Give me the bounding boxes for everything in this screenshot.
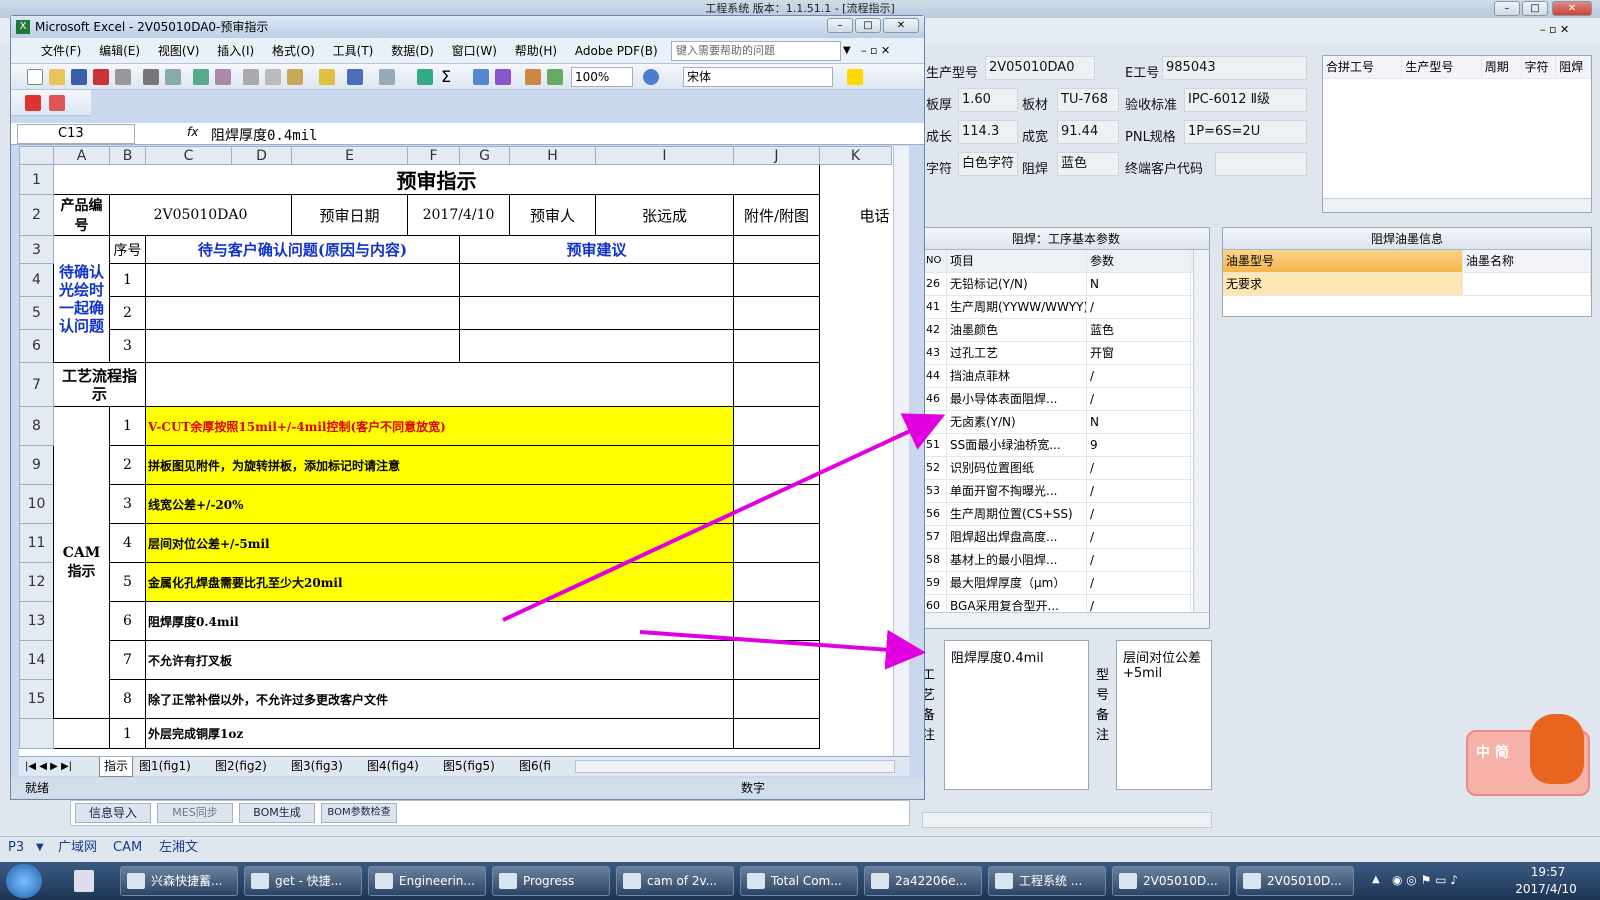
app-icon xyxy=(251,873,269,889)
app-icon xyxy=(623,873,641,889)
system-tray-icons[interactable]: ◉ ◎ ⚑ ▭ ♪ xyxy=(1392,873,1492,889)
taskbar-item[interactable]: 2V05010D... xyxy=(1236,866,1354,896)
taskbar-item[interactable]: get - 快捷... xyxy=(244,866,362,896)
pinned-app-icon[interactable] xyxy=(74,870,94,892)
tray-expand-icon[interactable]: ▲ xyxy=(1372,874,1380,885)
clock-date[interactable]: 2017/4/10 xyxy=(1508,882,1584,896)
app-icon xyxy=(1119,873,1137,889)
app-icon xyxy=(375,873,393,889)
arrow-to-halogen-free xyxy=(502,413,946,622)
taskbar-item[interactable]: Total Com... xyxy=(740,866,858,896)
taskbar-item[interactable]: cam of 2v... xyxy=(616,866,734,896)
app-icon xyxy=(499,873,517,889)
fox-mascot-icon xyxy=(1530,714,1584,784)
app-icon xyxy=(747,873,765,889)
clock-time[interactable]: 19:57 xyxy=(1518,865,1578,879)
taskbar-item[interactable]: Progress xyxy=(492,866,610,896)
app-icon xyxy=(871,873,889,889)
taskbar-item[interactable]: 2a42206e... xyxy=(864,866,982,896)
taskbar-item[interactable]: 工程系统 ... xyxy=(988,866,1106,896)
start-button-icon[interactable] xyxy=(6,864,42,898)
taskbar-item[interactable]: 2V05010D... xyxy=(1112,866,1230,896)
ime-mascot-widget[interactable]: 中 简 xyxy=(1466,714,1590,796)
ime-status-text[interactable]: 中 简 xyxy=(1476,742,1509,762)
taskbar-item[interactable]: Engineerin... xyxy=(368,866,486,896)
app-icon xyxy=(1243,873,1261,889)
taskbar-item[interactable]: 兴森快捷蓄... xyxy=(120,866,238,896)
windows-taskbar: 兴森快捷蓄... get - 快捷... Engineerin... Progr… xyxy=(0,862,1600,900)
app-icon xyxy=(995,873,1013,889)
arrow-to-process-remark xyxy=(639,629,926,670)
annotation-arrows xyxy=(502,413,946,670)
app-icon xyxy=(127,873,145,889)
